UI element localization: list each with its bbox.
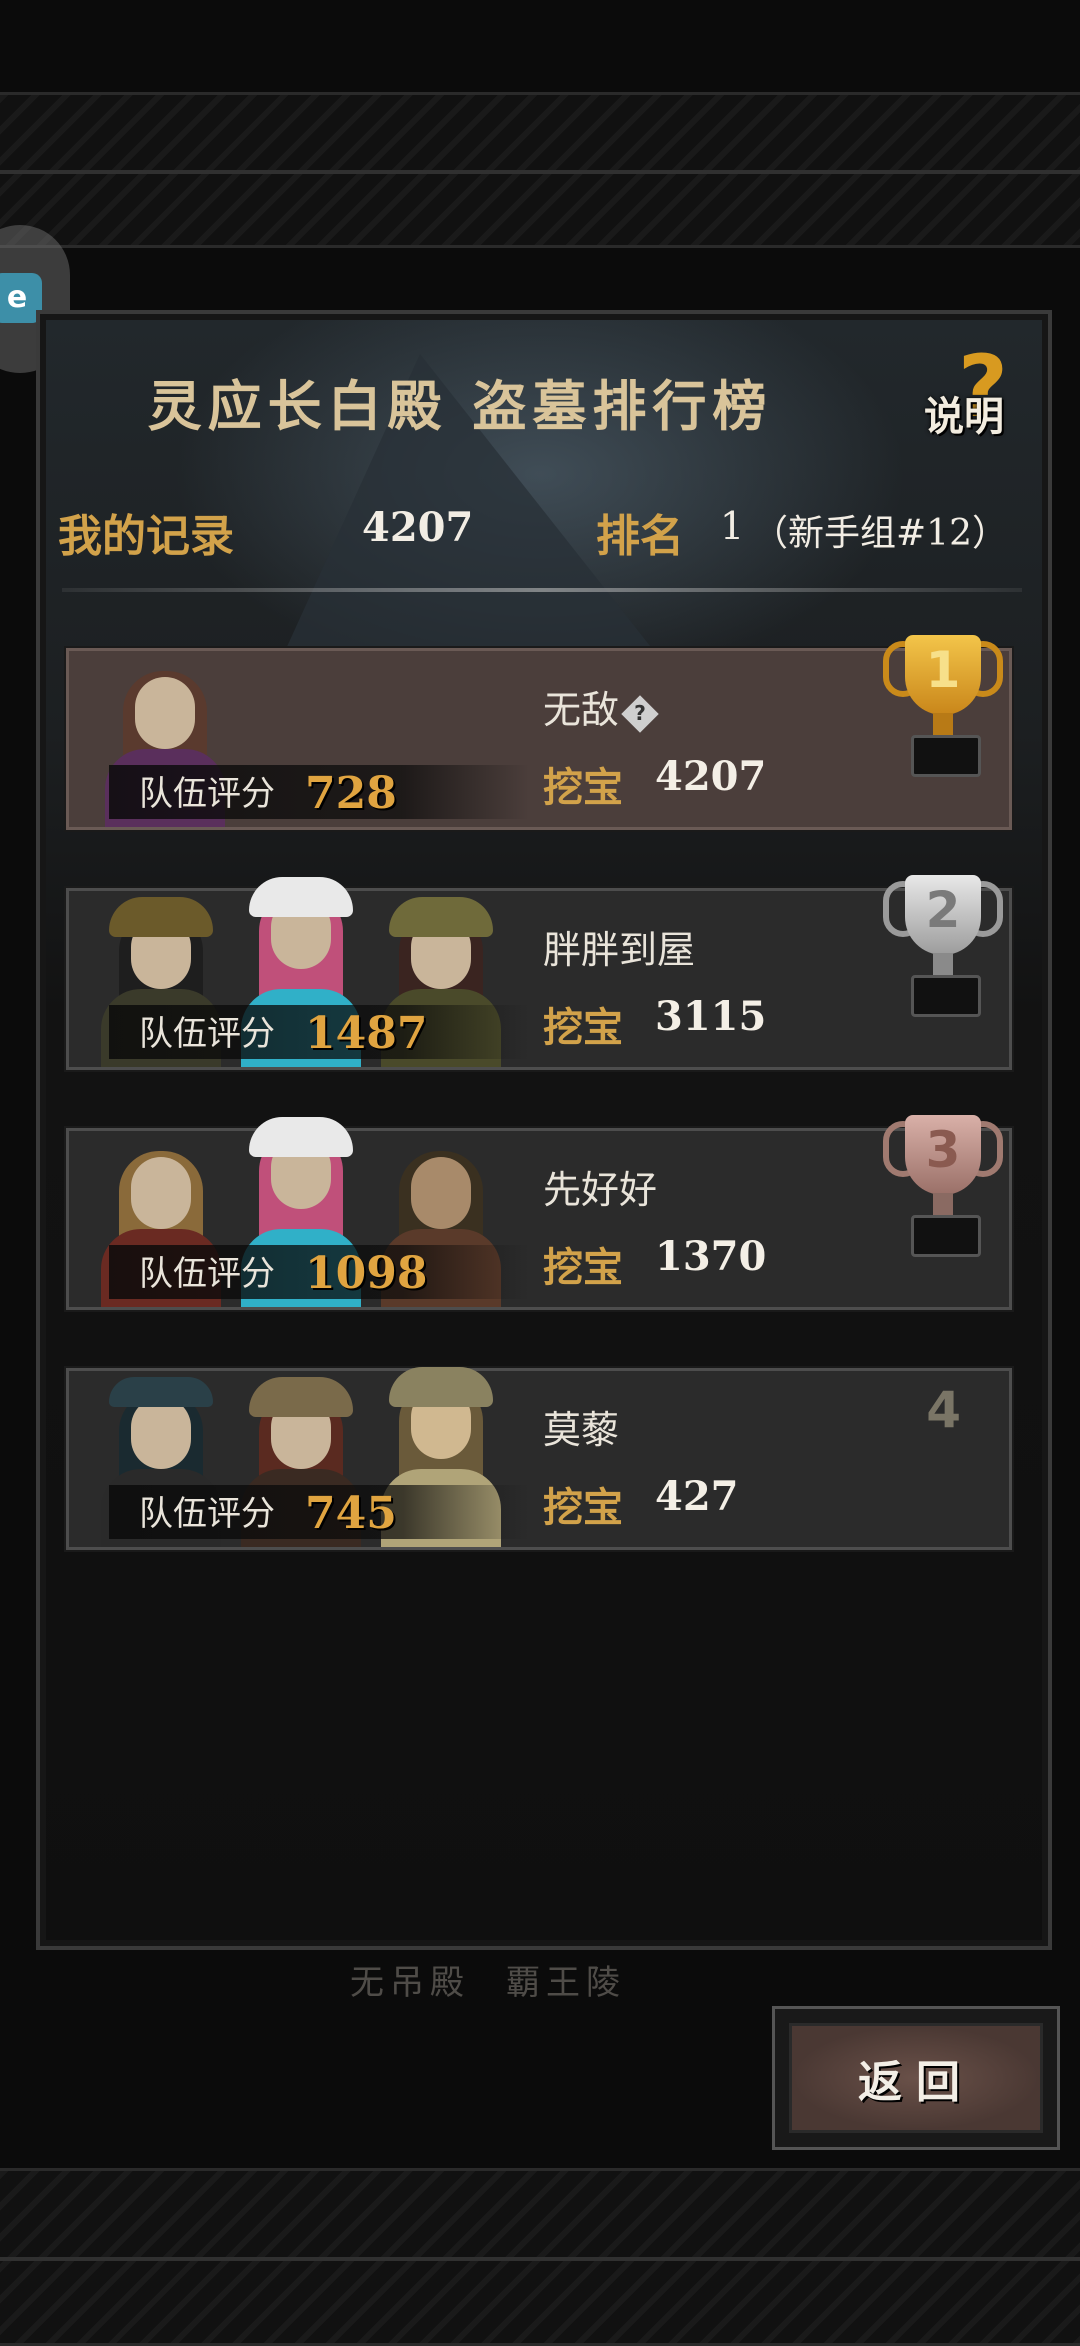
player-name: 胖胖到屋 [543,928,696,972]
gold-trophy-icon: 1 [883,631,1003,777]
team-score-value: 1487 [305,1008,428,1059]
top-decor-band [0,92,1080,248]
rank-number: 1 [925,641,961,699]
player-name: 莫藜 [543,1408,620,1452]
silver-trophy-icon: 2 [883,871,1003,1017]
rank-number: 2 [925,881,961,939]
bronze-trophy-icon: 3 [883,1111,1003,1257]
back-button[interactable]: 返回 [772,2006,1060,2150]
player-name: 先好好 [543,1168,658,1212]
rank-group: （新手组#12） [752,513,1008,554]
leaderboard-row[interactable]: 队伍评分 1098 先好好 挖宝 1370 3 [64,1115,1014,1312]
record-label: 我的记录 [58,511,234,562]
page-title: 灵应长白殿 盗墓排行榜 [147,374,773,438]
tab-dungeon-1[interactable]: 无吊殿 [350,1955,470,2004]
question-diamond-icon[interactable]: ? [621,694,659,733]
dig-label: 挖宝 [543,764,623,811]
my-record-row: 我的记录 4207 排名 1 （新手组#12） [0,500,1080,570]
dig-label: 挖宝 [543,1244,623,1291]
dig-value: 3115 [655,993,767,1040]
help-label: 说明 [924,393,1004,440]
leaderboard-row[interactable]: 队伍评分 728 无敌? 挖宝 4207 1 [64,635,1014,832]
dig-value: 4207 [655,753,767,800]
rank-number: 4 [926,1381,961,1439]
help-button[interactable]: ? 说明 [918,344,1048,452]
back-button-label: 返回 [789,2023,1043,2133]
dig-value: 427 [655,1473,739,1520]
team-score-value: 745 [305,1488,397,1539]
divider [62,588,1022,592]
team-score-label: 队伍评分 [139,1014,275,1054]
team-score-label: 队伍评分 [139,1494,275,1534]
tab-dungeon-2[interactable]: 覇王陵 [506,1955,626,2004]
team-score-label: 队伍评分 [139,1254,275,1294]
rank-label: 排名 [596,511,684,562]
player-name: 无敌? [543,679,659,734]
dig-label: 挖宝 [543,1004,623,1051]
team-score-value: 1098 [305,1248,428,1299]
rank-number: 3 [925,1121,961,1179]
bottom-decor-band [0,2168,1080,2346]
dig-value: 1370 [655,1233,767,1280]
record-value: 4207 [362,504,474,551]
team-score-value: 728 [305,768,397,819]
leaderboard-row[interactable]: 队伍评分 1487 胖胖到屋 挖宝 3115 2 [64,875,1014,1072]
team-score-label: 队伍评分 [139,774,275,814]
leaderboard-row[interactable]: 队伍评分 745 莫藜 挖宝 427 4 [64,1366,1014,1552]
rank-value: 1 [720,504,745,548]
dig-label: 挖宝 [543,1484,623,1531]
